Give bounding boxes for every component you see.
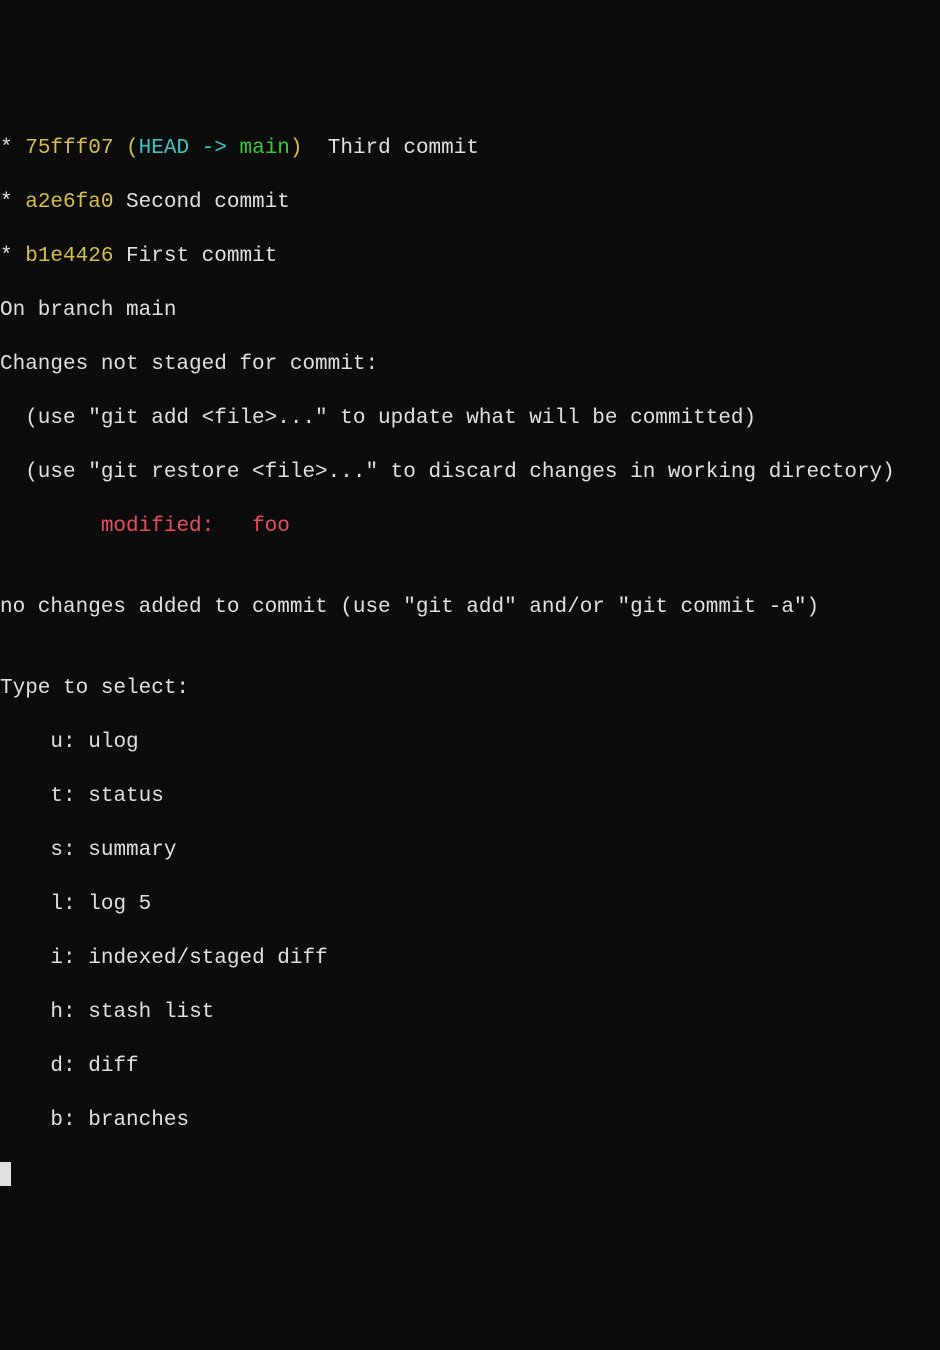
- menu-item[interactable]: h: stash list: [0, 999, 940, 1026]
- menu-item[interactable]: b: branches: [0, 1107, 940, 1134]
- menu-label: log 5: [88, 893, 151, 916]
- menu-header: Type to select:: [0, 675, 940, 702]
- menu-item[interactable]: u: ulog: [0, 729, 940, 756]
- menu-item[interactable]: t: status: [0, 783, 940, 810]
- modified-filename: foo: [252, 515, 290, 538]
- menu-key: u: [50, 731, 63, 754]
- menu-label: branches: [88, 1109, 189, 1132]
- commit-hash: a2e6fa0: [25, 191, 113, 214]
- menu-key: t: [50, 785, 63, 808]
- branch-status: On branch main: [0, 297, 940, 324]
- commit-message: First commit: [113, 245, 277, 268]
- graph-star: *: [0, 191, 13, 214]
- menu-key: h: [50, 1001, 63, 1024]
- terminal-output[interactable]: * 75fff07 (HEAD -> main) Third commit * …: [0, 108, 940, 1215]
- menu-item[interactable]: d: diff: [0, 1053, 940, 1080]
- commit-row: * 75fff07 (HEAD -> main) Third commit: [0, 135, 940, 162]
- commit-hash: b1e4426: [25, 245, 113, 268]
- hint-restore: (use "git restore <file>..." to discard …: [0, 459, 940, 486]
- ref-paren-close: ): [290, 137, 303, 160]
- menu-key: l: [50, 893, 63, 916]
- menu-label: stash list: [88, 1001, 214, 1024]
- menu-item[interactable]: s: summary: [0, 837, 940, 864]
- menu-key: i: [50, 947, 63, 970]
- menu-label: diff: [88, 1055, 138, 1078]
- commit-message: Third commit: [303, 137, 479, 160]
- hint-add: (use "git add <file>..." to update what …: [0, 405, 940, 432]
- commit-message: Second commit: [113, 191, 289, 214]
- graph-star: *: [0, 137, 13, 160]
- changes-header: Changes not staged for commit:: [0, 351, 940, 378]
- menu-label: status: [88, 785, 164, 808]
- modified-file-line: modified: foo: [0, 513, 940, 540]
- menu-label: ulog: [88, 731, 138, 754]
- menu-label: indexed/staged diff: [88, 947, 327, 970]
- commit-hash: 75fff07: [25, 137, 113, 160]
- branch-name: main: [240, 137, 290, 160]
- modified-label: modified:: [101, 515, 252, 538]
- menu-key: b: [50, 1109, 63, 1132]
- menu-key: d: [50, 1055, 63, 1078]
- commit-row: * b1e4426 First commit: [0, 243, 940, 270]
- ref-arrow: ->: [189, 137, 239, 160]
- cursor-line[interactable]: [0, 1161, 940, 1188]
- graph-star: *: [0, 245, 13, 268]
- commit-row: * a2e6fa0 Second commit: [0, 189, 940, 216]
- menu-item[interactable]: i: indexed/staged diff: [0, 945, 940, 972]
- head-ref: HEAD: [139, 137, 189, 160]
- no-changes-line: no changes added to commit (use "git add…: [0, 594, 940, 621]
- cursor-block: [0, 1162, 11, 1186]
- ref-paren-open: (: [126, 137, 139, 160]
- menu-key: s: [50, 839, 63, 862]
- menu-item[interactable]: l: log 5: [0, 891, 940, 918]
- menu-label: summary: [88, 839, 176, 862]
